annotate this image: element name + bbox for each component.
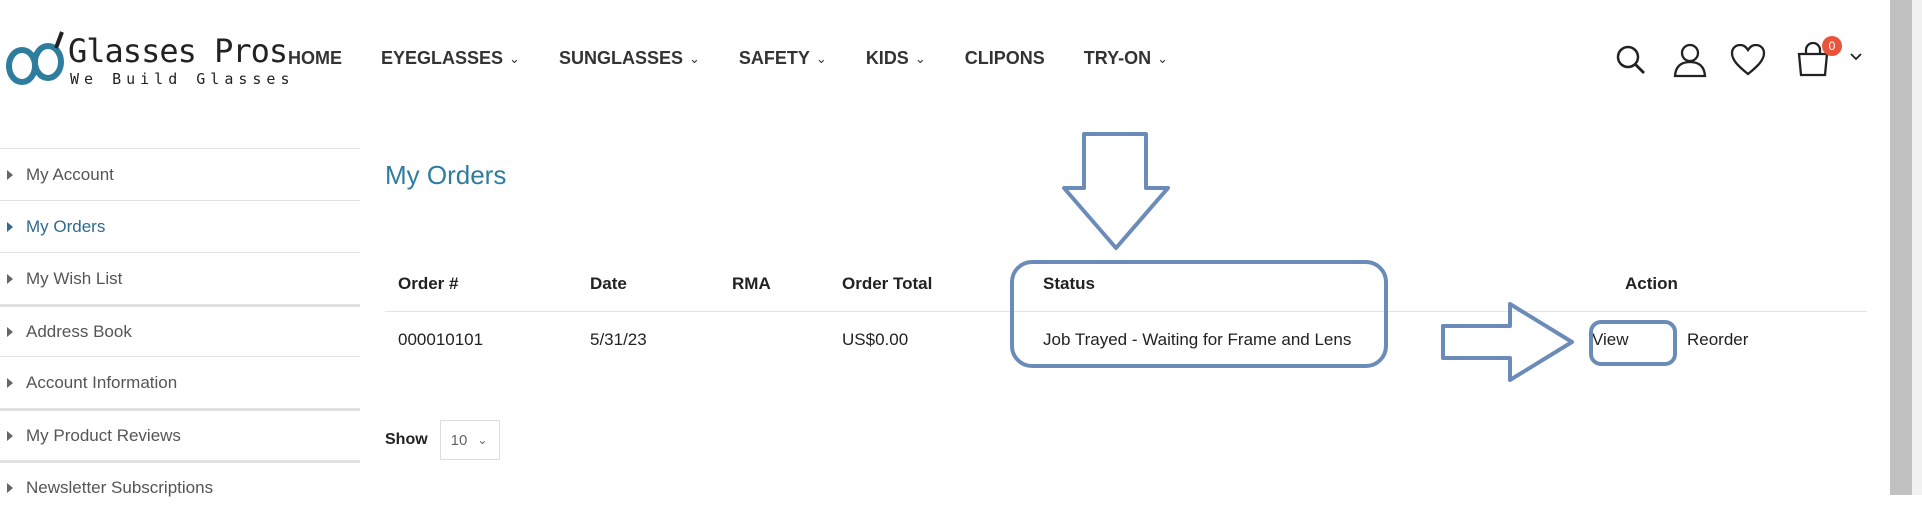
nav-sunglasses-label: SUNGLASSES — [558, 48, 683, 68]
caret-right-icon — [7, 273, 13, 284]
search-icon[interactable] — [1615, 44, 1647, 76]
chevron-down-icon: ⌄ — [1157, 50, 1168, 66]
nav-clipons[interactable]: CLIPONS — [965, 48, 1045, 69]
chevron-down-icon: ⌄ — [815, 50, 827, 66]
account-sidebar: My Account My Orders My Wish List Addres… — [0, 148, 360, 512]
sidebar-item-label: Account Information — [26, 372, 178, 392]
order-number: 000010101 — [398, 330, 484, 349]
cart-count-badge: 0 — [1822, 36, 1842, 56]
nav-home-label: HOME — [288, 48, 342, 68]
nav-eyeglasses[interactable]: EYEGLASSES ⌄ — [381, 48, 520, 69]
caret-right-icon — [7, 169, 13, 180]
sidebar-item-label: My Account — [26, 164, 114, 184]
sidebar-item-my-orders[interactable]: My Orders — [0, 200, 360, 252]
cart-chevron-down-icon[interactable] — [1849, 52, 1863, 62]
wishlist-heart-icon[interactable] — [1730, 44, 1766, 76]
brand-tagline: We Build Glasses — [70, 70, 295, 88]
sidebar-item-account-information[interactable]: Account Information — [0, 356, 360, 408]
down-arrow-annotation — [1062, 132, 1170, 250]
order-date: 5/31/23 — [590, 330, 647, 349]
nav-clipons-label: CLIPONS — [964, 48, 1045, 68]
caret-right-icon — [7, 377, 13, 388]
nav-eyeglasses-label: EYEGLASSES — [381, 48, 504, 68]
per-page-value: 10 — [450, 431, 468, 449]
pager: Show 10 ⌄ — [385, 420, 500, 460]
nav-sunglasses[interactable]: SUNGLASSES ⌄ — [559, 48, 700, 69]
chevron-down-icon: ⌄ — [477, 433, 488, 447]
sidebar-item-address-book[interactable]: Address Book — [0, 304, 360, 356]
chevron-down-icon: ⌄ — [914, 50, 926, 66]
glasses-logo-icon — [6, 31, 64, 85]
sidebar-item-my-wish-list[interactable]: My Wish List — [0, 252, 360, 304]
view-highlight-box — [1589, 320, 1677, 366]
sidebar-item-label: My Product Reviews — [26, 425, 181, 445]
sidebar-item-my-product-reviews[interactable]: My Product Reviews — [0, 408, 360, 460]
nav-home[interactable]: HOME — [288, 48, 342, 69]
page-title: My Orders — [385, 160, 507, 190]
chevron-down-icon: ⌄ — [688, 50, 700, 66]
sidebar-item-label: My Wish List — [26, 268, 123, 288]
sidebar-item-my-account[interactable]: My Account — [0, 148, 360, 200]
account-icon[interactable] — [1672, 42, 1708, 78]
sidebar-item-label: My Orders — [26, 216, 106, 236]
main-nav: HOME EYEGLASSES ⌄ SUNGLASSES ⌄ SAFETY ⌄ KID… — [288, 48, 1207, 69]
brand-name: Glasses Pros — [68, 32, 288, 70]
right-arrow-annotation — [1441, 302, 1574, 382]
nav-kids-label: KIDS — [865, 48, 909, 68]
nav-kids[interactable]: KIDS ⌄ — [866, 48, 926, 69]
vertical-scrollbar[interactable] — [1890, 0, 1922, 495]
caret-right-icon — [7, 482, 13, 493]
order-total: US$0.00 — [842, 330, 909, 349]
show-label: Show — [385, 431, 428, 448]
sidebar-item-newsletter-subscriptions[interactable]: Newsletter Subscriptions — [0, 460, 360, 512]
reorder-link[interactable]: Reorder — [1687, 330, 1748, 350]
site-logo[interactable]: Glasses Pros We Build Glasses — [6, 28, 290, 98]
nav-safety[interactable]: SAFETY ⌄ — [739, 48, 827, 69]
chevron-down-icon: ⌄ — [509, 50, 520, 66]
nav-try-on[interactable]: TRY-ON ⌄ — [1084, 48, 1168, 69]
sidebar-item-label: Address Book — [26, 321, 132, 341]
nav-safety-label: SAFETY — [738, 48, 810, 68]
nav-try-on-label: TRY-ON — [1083, 48, 1152, 68]
caret-right-icon — [7, 221, 13, 232]
scrollbar-thumb[interactable] — [1890, 0, 1912, 495]
per-page-select[interactable]: 10 ⌄ — [439, 420, 500, 460]
caret-right-icon — [7, 430, 13, 441]
caret-right-icon — [7, 326, 13, 337]
status-highlight-box — [1010, 260, 1388, 368]
